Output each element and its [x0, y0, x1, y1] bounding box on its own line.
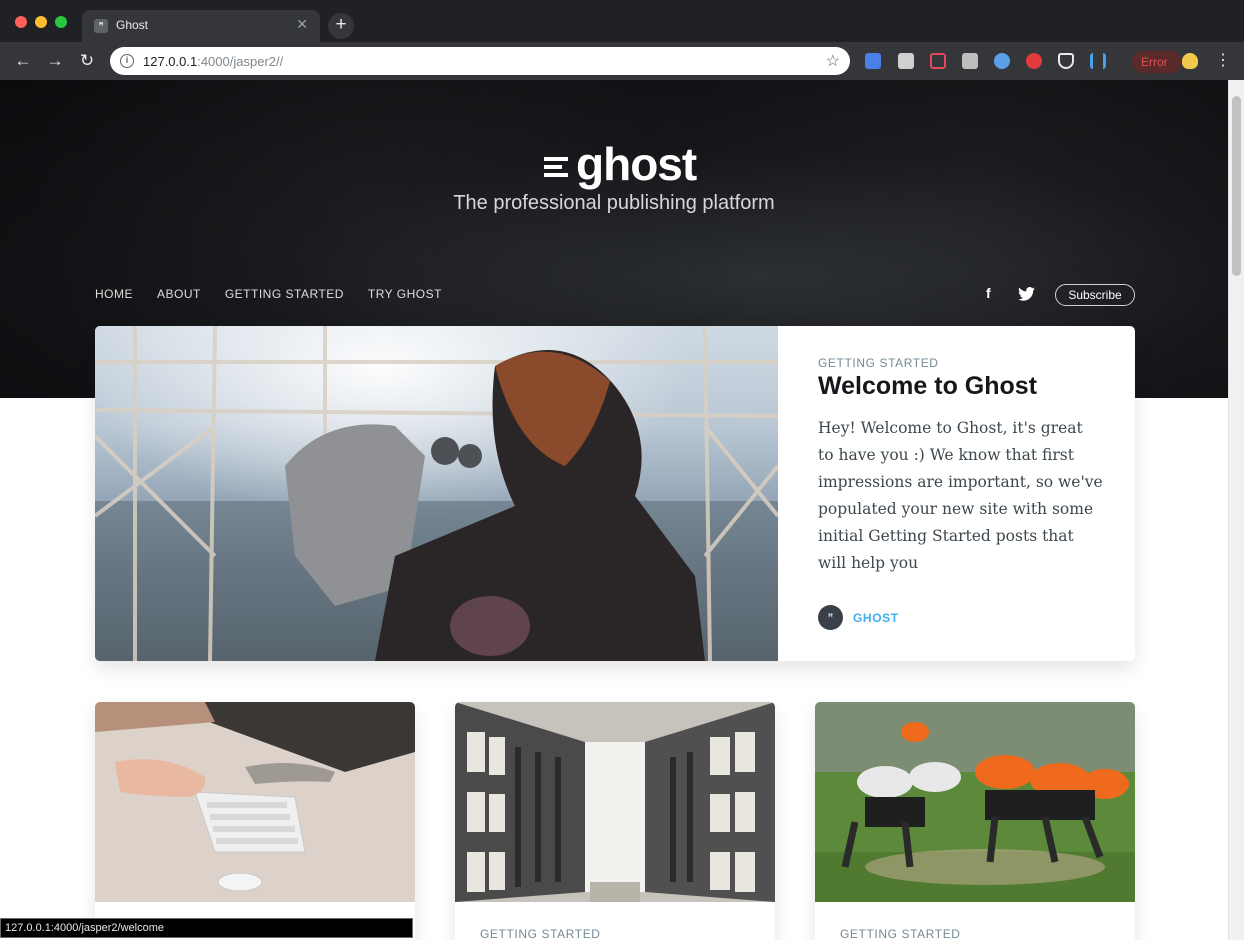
scrollbar-thumb[interactable] — [1232, 96, 1241, 276]
translate-extension-icon[interactable] — [865, 53, 881, 69]
browser-chrome: ꟸ Ghost ✕ + ← → ↻ i 127.0.0.1:4000/jaspe… — [0, 0, 1244, 80]
address-bar[interactable]: i 127.0.0.1:4000/jasper2// ☆ — [110, 47, 850, 75]
post-card[interactable] — [95, 702, 415, 940]
rugby-scrum-illustration — [815, 702, 1135, 902]
page-viewport: ghost The professional publishing platfo… — [0, 80, 1228, 940]
author-name[interactable]: GHOST — [853, 611, 899, 625]
minimize-window-button[interactable] — [35, 16, 47, 28]
nav-home[interactable]: HOME — [95, 287, 133, 301]
archive-shelves-illustration — [455, 702, 775, 902]
post-card-image[interactable] — [95, 702, 415, 902]
site-nav: HOME ABOUT GETTING STARTED TRY GHOST — [95, 287, 442, 301]
featured-post-tag[interactable]: GETTING STARTED — [818, 356, 939, 370]
logo-text: ghost — [576, 138, 697, 190]
author-avatar[interactable]: ꟸ — [818, 605, 843, 630]
shield-extension-icon[interactable] — [1058, 53, 1074, 69]
globe-extension-icon[interactable] — [994, 53, 1010, 69]
site-tagline: The professional publishing platform — [453, 192, 775, 214]
penguin-extension-icon[interactable] — [1182, 53, 1198, 69]
extension-icon-4[interactable] — [962, 53, 978, 69]
extension-icon-2[interactable] — [898, 53, 914, 69]
new-tab-button[interactable]: + — [328, 13, 354, 39]
link-status-bubble: 127.0.0.1:4000/jasper2/welcome — [0, 918, 413, 938]
post-card[interactable]: GETTING STARTED — [455, 702, 775, 940]
featured-post-excerpt[interactable]: Hey! Welcome to Ghost, it's great to hav… — [818, 415, 1103, 577]
extension-error-badge[interactable]: Error — [1132, 51, 1182, 73]
browser-menu-icon[interactable]: ⋮ — [1215, 51, 1231, 71]
url-path: :4000/jasper2// — [197, 54, 284, 69]
site-info-icon[interactable]: i — [120, 54, 134, 68]
featured-post-card[interactable]: GETTING STARTED Welcome to Ghost Hey! We… — [95, 326, 1135, 661]
url-host: 127.0.0.1 — [143, 54, 198, 69]
observation-deck-illustration — [95, 326, 778, 661]
facebook-icon[interactable]: f — [986, 285, 991, 301]
tab-strip: ꟸ Ghost ✕ + — [0, 0, 1244, 42]
featured-post-body: GETTING STARTED Welcome to Ghost Hey! We… — [778, 326, 1135, 661]
featured-post-author: ꟸ GHOST — [818, 605, 899, 630]
post-card-tag[interactable]: GETTING STARTED — [480, 927, 601, 940]
close-window-button[interactable] — [15, 16, 27, 28]
pocket-extension-icon[interactable] — [930, 53, 946, 69]
extension-icon-6[interactable] — [1026, 53, 1042, 69]
tab-title: Ghost — [116, 18, 149, 32]
desk-keyboard-illustration — [95, 702, 415, 902]
nav-getting-started[interactable]: GETTING STARTED — [225, 287, 344, 301]
browser-toolbar: ← → ↻ i 127.0.0.1:4000/jasper2// ☆ Error… — [0, 42, 1244, 80]
ghost-favicon-icon: ꟸ — [94, 19, 108, 33]
maximize-window-button[interactable] — [55, 16, 67, 28]
site-logo[interactable]: ghost — [544, 138, 697, 190]
extension-icon-8[interactable] — [1090, 53, 1106, 69]
back-arrow-icon[interactable]: ← — [12, 50, 34, 72]
post-card[interactable]: GETTING STARTED — [815, 702, 1135, 940]
post-card-image[interactable] — [815, 702, 1135, 902]
post-card-tag[interactable]: GETTING STARTED — [840, 927, 961, 940]
subscribe-button[interactable]: Subscribe — [1055, 284, 1135, 306]
nav-about[interactable]: ABOUT — [157, 287, 201, 301]
nav-try-ghost[interactable]: TRY GHOST — [368, 287, 442, 301]
url-text[interactable]: 127.0.0.1:4000/jasper2// — [143, 54, 283, 69]
browser-tab[interactable]: ꟸ Ghost ✕ — [82, 10, 320, 42]
page-scrollbar[interactable] — [1228, 80, 1244, 940]
forward-arrow-icon[interactable]: → — [44, 50, 66, 72]
featured-post-image[interactable] — [95, 326, 778, 661]
twitter-icon[interactable] — [1018, 287, 1035, 304]
reload-icon[interactable]: ↻ — [76, 50, 98, 72]
ghost-logo-icon — [544, 157, 568, 177]
close-tab-icon[interactable]: ✕ — [296, 16, 308, 33]
post-card-image[interactable] — [455, 702, 775, 902]
featured-post-title[interactable]: Welcome to Ghost — [818, 372, 1037, 401]
bookmark-star-icon[interactable]: ☆ — [826, 51, 840, 71]
